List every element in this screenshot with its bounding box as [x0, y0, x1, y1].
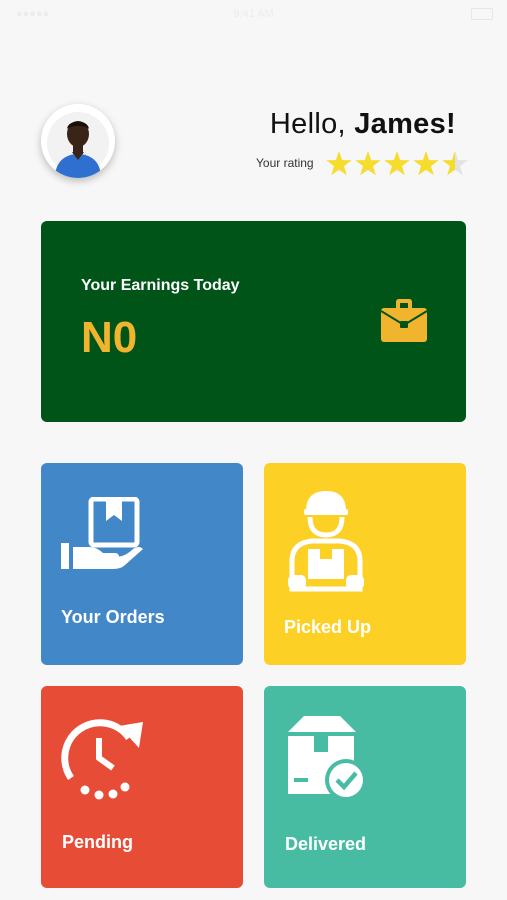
greeting: Hello, James!	[270, 108, 456, 141]
status-bar: ●●●●● 9:41 AM	[0, 0, 507, 30]
tile-label: Delivered	[285, 834, 367, 854]
tile-label: Picked Up	[284, 617, 372, 637]
tile-label: Pending	[62, 832, 133, 852]
user-name: James!	[354, 108, 456, 140]
earnings-title: Your Earnings Today	[81, 277, 240, 294]
package-check-icon	[288, 716, 367, 801]
star-rating	[326, 150, 472, 185]
battery-icon	[471, 8, 493, 20]
star-icon	[413, 151, 439, 176]
half-star-icon	[442, 151, 468, 176]
greeting-prefix: Hello,	[269, 108, 355, 140]
earnings-card[interactable]: Your Earnings Today N0	[41, 221, 466, 422]
briefcase-icon	[379, 298, 429, 349]
pending-tile[interactable]: Pending	[41, 686, 243, 888]
delivered-tile[interactable]: Delivered	[264, 686, 466, 888]
box-in-hand-icon	[61, 497, 143, 569]
your-orders-tile[interactable]: Your Orders	[41, 463, 243, 665]
avatar[interactable]	[41, 104, 115, 178]
star-icon	[355, 151, 381, 176]
earnings-value: N0	[81, 313, 138, 362]
rating-row: Your rating	[256, 150, 476, 180]
picked-up-tile[interactable]: Picked Up	[264, 463, 466, 665]
star-icon	[326, 151, 352, 176]
rating-label: Your rating	[256, 156, 314, 170]
status-time: 9:41 AM	[233, 8, 274, 20]
clock-refresh-icon	[61, 719, 143, 800]
delivery-person-icon	[288, 491, 364, 592]
star-icon	[384, 151, 410, 176]
tile-label: Your Orders	[61, 607, 165, 627]
